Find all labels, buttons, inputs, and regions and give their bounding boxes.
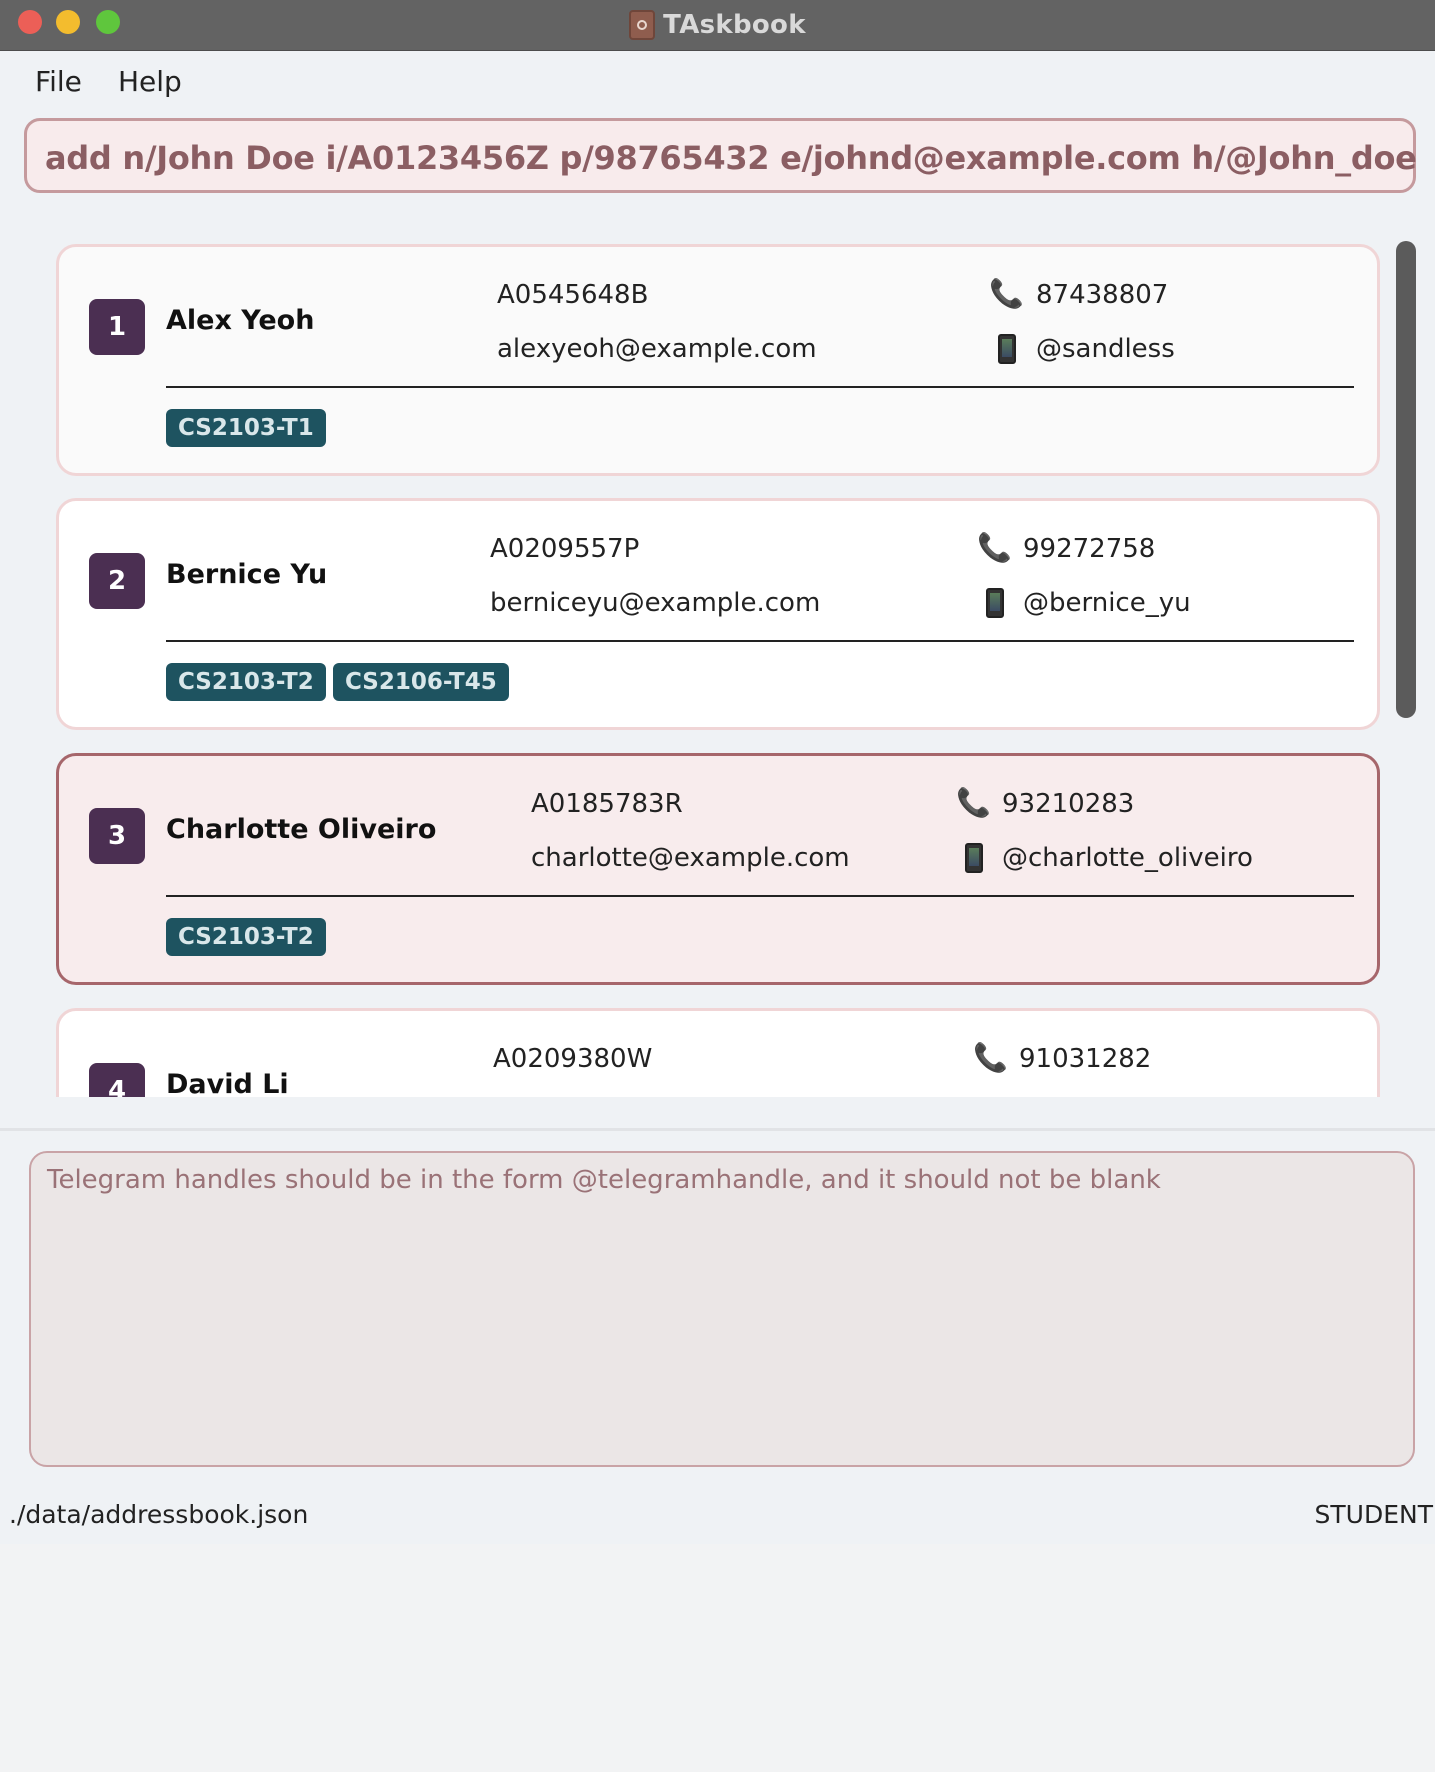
phone-icon: 📞 xyxy=(977,531,1012,564)
person-card[interactable]: 2 Bernice Yu A0209557P berniceyu@example… xyxy=(56,498,1380,730)
person-email: alexyeoh@example.com xyxy=(497,334,817,364)
mobile-phone-icon xyxy=(986,588,1004,618)
person-phone: 99272758 xyxy=(1023,534,1156,564)
person-telegram: @sandless xyxy=(1036,334,1175,364)
person-email: berniceyu@example.com xyxy=(490,588,821,618)
person-email: charlotte@example.com xyxy=(531,843,850,873)
person-index-badge: 2 xyxy=(89,553,145,609)
menu-help[interactable]: Help xyxy=(118,65,182,98)
result-panel: Telegram handles should be in the form @… xyxy=(0,1131,1435,1484)
tutorial-tag: CS2103-T2 xyxy=(166,918,326,956)
person-id: A0209380W xyxy=(493,1044,653,1074)
person-name: Alex Yeoh xyxy=(166,305,315,336)
tutorial-tag: CS2103-T2 xyxy=(166,663,326,701)
person-card[interactable]: 4 David Li A0209380W 📞 91031282 xyxy=(56,1008,1380,1097)
person-id: A0185783R xyxy=(531,789,683,819)
person-phone: 91031282 xyxy=(1019,1044,1152,1074)
tutorial-tag: CS2106-T45 xyxy=(333,663,509,701)
person-id: A0209557P xyxy=(490,534,640,564)
mode-indicator: STUDENT xyxy=(1314,1500,1433,1529)
person-card[interactable]: 1 Alex Yeoh A0545648B alexyeoh@example.c… xyxy=(56,244,1380,476)
save-file-path: ./data/addressbook.json xyxy=(9,1500,309,1529)
command-input-text: add n/John Doe i/A0123456Z p/98765432 e/… xyxy=(45,139,1417,177)
card-divider xyxy=(166,640,1354,642)
card-divider xyxy=(166,895,1354,897)
person-index-badge: 3 xyxy=(89,808,145,864)
person-telegram: @charlotte_oliveiro xyxy=(1002,843,1253,873)
person-index-badge: 1 xyxy=(89,299,145,355)
menu-bar: File Help xyxy=(0,51,1435,115)
person-card-selected[interactable]: 3 Charlotte Oliveiro A0185783R charlotte… xyxy=(56,753,1380,985)
status-bar: ./data/addressbook.json STUDENT xyxy=(0,1484,1435,1544)
window-title: TAskbook xyxy=(663,10,806,40)
window-titlebar: TAskbook xyxy=(0,0,1435,51)
card-divider xyxy=(166,386,1354,388)
result-display[interactable]: Telegram handles should be in the form @… xyxy=(29,1151,1415,1467)
address-book-icon xyxy=(629,10,656,40)
menu-file[interactable]: File xyxy=(35,65,82,98)
person-name: David Li xyxy=(166,1069,289,1097)
mobile-phone-icon xyxy=(965,843,983,873)
person-list-panel: 1 Alex Yeoh A0545648B alexyeoh@example.c… xyxy=(0,210,1435,1131)
phone-icon: 📞 xyxy=(956,786,991,819)
person-index-badge: 4 xyxy=(89,1063,145,1097)
mobile-phone-icon xyxy=(998,334,1016,364)
phone-icon: 📞 xyxy=(989,277,1024,310)
person-name: Charlotte Oliveiro xyxy=(166,814,437,845)
person-list[interactable]: 1 Alex Yeoh A0545648B alexyeoh@example.c… xyxy=(56,244,1380,1097)
command-input[interactable]: add n/John Doe i/A0123456Z p/98765432 e/… xyxy=(24,118,1417,193)
person-phone: 87438807 xyxy=(1036,280,1169,310)
list-scrollbar[interactable] xyxy=(1396,241,1416,718)
tutorial-tag: CS2103-T1 xyxy=(166,409,326,447)
person-phone: 93210283 xyxy=(1002,789,1135,819)
result-message: Telegram handles should be in the form @… xyxy=(47,1165,1161,1195)
person-name: Bernice Yu xyxy=(166,559,328,590)
person-id: A0545648B xyxy=(497,280,649,310)
command-area: add n/John Doe i/A0123456Z p/98765432 e/… xyxy=(0,115,1435,210)
person-telegram: @bernice_yu xyxy=(1023,588,1191,618)
phone-icon: 📞 xyxy=(973,1041,1008,1074)
